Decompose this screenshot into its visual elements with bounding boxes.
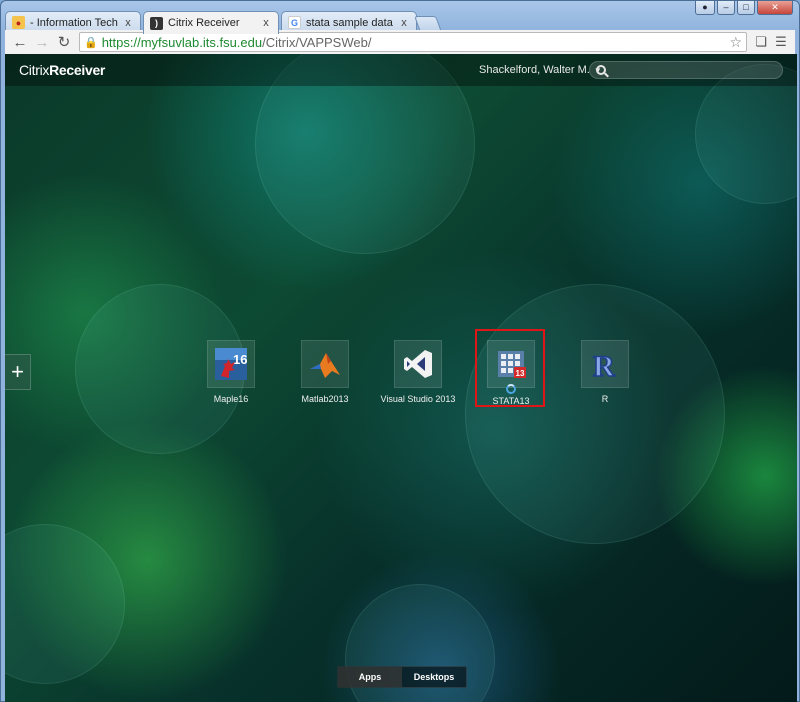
tab-title: - Information Technology xyxy=(30,16,118,29)
tab-desktops[interactable]: Desktops xyxy=(402,667,466,687)
app-tile[interactable] xyxy=(301,340,349,388)
tab-citrix-receiver[interactable]: ) Citrix Receiver x xyxy=(143,11,279,34)
close-tab-icon[interactable]: x xyxy=(122,17,134,29)
app-tile[interactable]: 16 xyxy=(207,340,255,388)
search-box[interactable] xyxy=(589,61,783,79)
app-maple16[interactable]: 16 Maple16 xyxy=(191,340,271,404)
google-icon: G xyxy=(288,16,301,29)
close-window-button[interactable]: ✕ xyxy=(757,1,793,15)
url-path: /Citrix/VAPPSWeb/ xyxy=(262,34,372,50)
user-icon[interactable]: ● xyxy=(695,1,715,15)
stata-icon: 13 xyxy=(498,351,526,378)
browser-toolbar: ← → ↻ 🔒 https://myfsuvlab.its.fsu.edu /C… xyxy=(5,30,795,54)
tab-title: stata sample data sets - Go xyxy=(306,16,394,29)
search-input[interactable] xyxy=(614,64,774,76)
app-tile[interactable]: R xyxy=(581,340,629,388)
svg-text:R: R xyxy=(593,350,615,381)
logo-bold-text: Receiver xyxy=(49,62,106,78)
back-arrow-icon[interactable]: ← xyxy=(9,31,31,53)
user-menu[interactable]: Shackelford, Walter M. ▼ xyxy=(479,64,602,76)
maple-icon: 16 xyxy=(215,348,247,380)
app-label: R xyxy=(601,394,609,404)
app-stata13[interactable]: 13 STATA13 xyxy=(471,340,551,406)
address-bar[interactable]: 🔒 https://myfsuvlab.its.fsu.edu /Citrix/… xyxy=(79,32,747,52)
add-apps-button[interactable]: + xyxy=(5,354,31,390)
r-icon: R xyxy=(592,349,616,381)
menu-icon[interactable]: ☰ xyxy=(771,32,791,52)
url-origin: https://myfsuvlab.its.fsu.edu xyxy=(101,34,263,50)
app-tile[interactable] xyxy=(394,340,442,388)
citrix-icon: ) xyxy=(150,16,163,30)
svg-text:16: 16 xyxy=(233,352,247,367)
app-matlab2013[interactable]: Matlab2013 xyxy=(285,340,365,404)
globe-icon: ● xyxy=(12,16,25,29)
tab-apps[interactable]: Apps xyxy=(338,667,402,687)
background-bokeh xyxy=(5,524,125,684)
search-icon xyxy=(596,65,606,75)
app-visual-studio-2013[interactable]: Visual Studio 2013 xyxy=(378,340,458,404)
view-switcher: Apps Desktops xyxy=(337,666,467,688)
bookmark-star-icon[interactable]: ☆ xyxy=(729,34,742,51)
minimize-button[interactable]: – xyxy=(717,1,735,15)
tab-title: Citrix Receiver xyxy=(168,17,240,29)
window-controls: ● – □ ✕ xyxy=(695,1,793,15)
extension-icon[interactable]: ❏ xyxy=(751,32,771,52)
maximize-button[interactable]: □ xyxy=(737,1,755,15)
close-tab-icon[interactable]: x xyxy=(398,17,410,29)
app-tile[interactable]: 13 xyxy=(487,340,535,394)
citrix-header: CitrixReceiver Shackelford, Walter M. ▼ xyxy=(5,54,797,86)
browser-window: ● - Information Technology x ) Citrix Re… xyxy=(0,0,800,702)
close-tab-icon[interactable]: x xyxy=(260,17,272,29)
citrix-receiver-logo: CitrixReceiver xyxy=(19,62,105,78)
lock-icon: 🔒 xyxy=(84,36,98,49)
stata-badge: 13 xyxy=(516,369,525,378)
app-label: Matlab2013 xyxy=(301,394,349,404)
username-label: Shackelford, Walter M. xyxy=(479,64,590,76)
app-r[interactable]: R R xyxy=(565,340,645,404)
citrix-page: CitrixReceiver Shackelford, Walter M. ▼ +… xyxy=(5,54,797,702)
app-label: Maple16 xyxy=(213,394,249,404)
matlab-icon xyxy=(310,353,340,378)
loading-spinner-icon xyxy=(506,384,516,394)
reload-icon[interactable]: ↻ xyxy=(53,31,75,53)
app-label: Visual Studio 2013 xyxy=(380,394,456,404)
logo-light-text: Citrix xyxy=(19,62,50,78)
app-label: STATA13 xyxy=(492,396,530,406)
visual-studio-icon xyxy=(404,350,432,378)
background-bokeh xyxy=(465,284,725,544)
forward-arrow-icon[interactable]: → xyxy=(31,31,53,53)
